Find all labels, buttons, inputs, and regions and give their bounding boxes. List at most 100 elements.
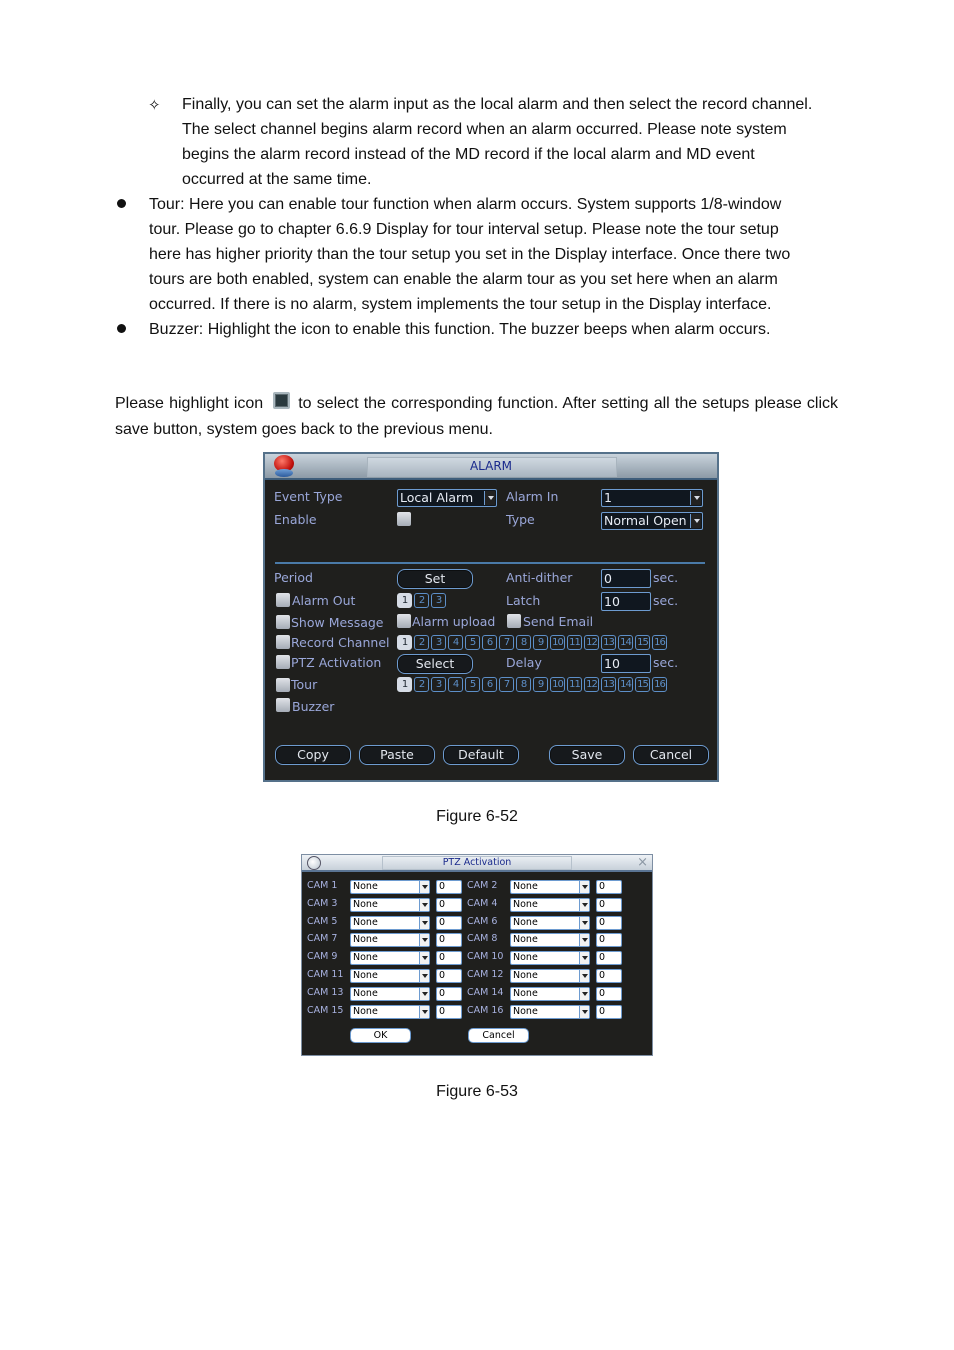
chevron-down-icon[interactable] — [579, 987, 589, 1000]
ok-button[interactable]: OK — [350, 1028, 411, 1043]
channel-toggle[interactable]: 4 — [448, 677, 463, 692]
ptz-type-select[interactable]: None — [350, 1004, 430, 1019]
channel-toggle[interactable]: 10 — [550, 677, 565, 692]
buzzer-checkbox[interactable] — [276, 698, 290, 712]
ptz-number-input[interactable]: 0 — [596, 969, 622, 983]
ptz-type-select[interactable]: None — [350, 933, 430, 948]
channel-toggle[interactable]: 16 — [652, 635, 667, 650]
ptz-number-input[interactable]: 0 — [436, 933, 462, 948]
chevron-down-icon[interactable] — [579, 952, 589, 965]
ptz-type-select[interactable]: None — [350, 969, 430, 983]
chevron-down-icon[interactable] — [419, 881, 429, 893]
chevron-down-icon[interactable] — [690, 514, 701, 528]
channel-toggle[interactable]: 3 — [431, 635, 446, 650]
enable-checkbox[interactable] — [397, 512, 411, 526]
chevron-down-icon[interactable] — [579, 1005, 589, 1018]
chevron-down-icon[interactable] — [579, 881, 589, 893]
channel-toggle[interactable]: 2 — [414, 677, 429, 692]
chevron-down-icon[interactable] — [579, 898, 589, 911]
channel-toggle[interactable]: 7 — [499, 635, 514, 650]
ptz-number-input[interactable]: 0 — [436, 969, 462, 983]
ptz-type-select[interactable]: None — [510, 951, 590, 966]
record-channel-checkbox[interactable] — [276, 635, 290, 649]
channel-toggle[interactable]: 7 — [499, 677, 514, 692]
channel-toggle[interactable]: 11 — [567, 677, 582, 692]
channel-toggle[interactable]: 6 — [482, 677, 497, 692]
ptz-number-input[interactable]: 0 — [436, 897, 462, 912]
channel-toggle[interactable]: 6 — [482, 635, 497, 650]
ptz-type-select[interactable]: None — [510, 1004, 590, 1019]
anti-dither-input[interactable]: 0 — [601, 569, 651, 588]
channel-toggle[interactable]: 10 — [550, 635, 565, 650]
channel-toggle[interactable]: 5 — [465, 635, 480, 650]
save-button[interactable]: Save — [549, 745, 625, 765]
channel-toggle[interactable]: 4 — [448, 635, 463, 650]
channel-toggle[interactable]: 9 — [533, 677, 548, 692]
period-set-button[interactable]: Set — [397, 569, 473, 589]
channel-toggle[interactable]: 8 — [516, 635, 531, 650]
chevron-down-icon[interactable] — [579, 934, 589, 947]
channel-toggle[interactable]: 15 — [635, 635, 650, 650]
cancel-button[interactable]: Cancel — [468, 1028, 529, 1043]
chevron-down-icon[interactable] — [579, 970, 589, 982]
channel-toggle[interactable]: 3 — [431, 593, 446, 608]
copy-button[interactable]: Copy — [275, 745, 351, 765]
ptz-type-select[interactable]: None — [350, 897, 430, 912]
channel-toggle[interactable]: 13 — [601, 635, 616, 650]
chevron-down-icon[interactable] — [419, 934, 429, 947]
channel-toggle[interactable]: 2 — [414, 635, 429, 650]
ptz-type-select[interactable]: None — [510, 897, 590, 912]
cancel-button[interactable]: Cancel — [633, 745, 709, 765]
ptz-number-input[interactable]: 0 — [596, 986, 622, 1001]
ptz-number-input[interactable]: 0 — [596, 880, 622, 894]
show-message-checkbox[interactable] — [276, 615, 290, 629]
latch-input[interactable]: 10 — [601, 592, 651, 611]
paste-button[interactable]: Paste — [359, 745, 435, 765]
ptz-number-input[interactable]: 0 — [436, 986, 462, 1001]
channel-toggle[interactable]: 2 — [414, 593, 429, 608]
chevron-down-icon[interactable] — [419, 987, 429, 1000]
channel-toggle[interactable]: 1 — [397, 677, 412, 692]
channel-toggle[interactable]: 1 — [397, 593, 412, 608]
delay-input[interactable]: 10 — [601, 654, 651, 673]
ptz-type-select[interactable]: None — [350, 951, 430, 966]
channel-toggle[interactable]: 9 — [533, 635, 548, 650]
alarm-out-checkbox[interactable] — [276, 593, 290, 607]
chevron-down-icon[interactable] — [419, 952, 429, 965]
ptz-activation-checkbox[interactable] — [276, 655, 290, 669]
channel-toggle[interactable]: 12 — [584, 635, 599, 650]
ptz-number-input[interactable]: 0 — [596, 933, 622, 948]
ptz-number-input[interactable]: 0 — [436, 1004, 462, 1019]
channel-toggle[interactable]: 14 — [618, 677, 633, 692]
chevron-down-icon[interactable] — [484, 491, 495, 505]
chevron-down-icon[interactable] — [419, 916, 429, 929]
channel-toggle[interactable]: 16 — [652, 677, 667, 692]
ptz-type-select[interactable]: None — [510, 969, 590, 983]
ptz-number-input[interactable]: 0 — [436, 915, 462, 930]
ptz-number-input[interactable]: 0 — [436, 880, 462, 894]
type-select[interactable]: Normal Open — [601, 512, 703, 530]
channel-toggle[interactable]: 11 — [567, 635, 582, 650]
chevron-down-icon[interactable] — [579, 916, 589, 929]
ptz-number-input[interactable]: 0 — [596, 915, 622, 930]
ptz-type-select[interactable]: None — [350, 986, 430, 1001]
tour-checkbox[interactable] — [276, 678, 290, 692]
channel-toggle[interactable]: 5 — [465, 677, 480, 692]
channel-toggle[interactable]: 14 — [618, 635, 633, 650]
channel-toggle[interactable]: 13 — [601, 677, 616, 692]
default-button[interactable]: Default — [443, 745, 519, 765]
ptz-number-input[interactable]: 0 — [596, 1004, 622, 1019]
ptz-type-select[interactable]: None — [510, 915, 590, 930]
alarm-upload-checkbox[interactable] — [397, 614, 411, 628]
chevron-down-icon[interactable] — [419, 970, 429, 982]
ptz-type-select[interactable]: None — [350, 880, 430, 894]
ptz-number-input[interactable]: 0 — [596, 951, 622, 966]
ptz-number-input[interactable]: 0 — [436, 951, 462, 966]
chevron-down-icon[interactable] — [419, 1005, 429, 1018]
ptz-type-select[interactable]: None — [510, 880, 590, 894]
alarm-in-select[interactable]: 1 — [601, 489, 703, 507]
close-icon[interactable]: × — [637, 855, 648, 871]
channel-toggle[interactable]: 8 — [516, 677, 531, 692]
channel-toggle[interactable]: 12 — [584, 677, 599, 692]
send-email-checkbox[interactable] — [507, 614, 521, 628]
